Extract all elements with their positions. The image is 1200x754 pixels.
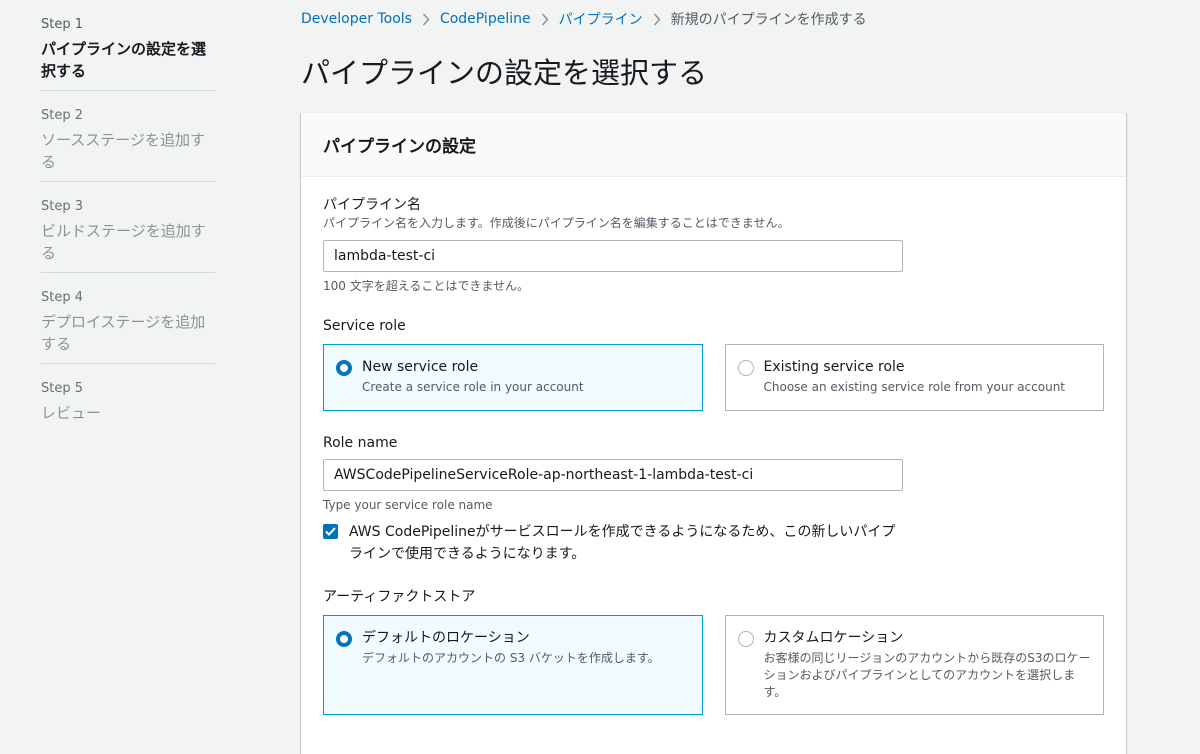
role-name-hint: Type your service role name	[323, 498, 493, 512]
panel-body: パイプライン名 パイプライン名を入力します。作成後にパイプライン名を編集すること…	[301, 177, 1126, 754]
tile-description: デフォルトのアカウントの S3 バケットを作成します。	[362, 651, 660, 665]
pipeline-name-field: パイプライン名 パイプライン名を入力します。作成後にパイプライン名を編集すること…	[323, 195, 1104, 294]
create-role-checkbox-row[interactable]: AWS CodePipelineがサービスロールを作成できるようになるため、この…	[323, 521, 1104, 565]
service-role-label: Service role	[323, 318, 406, 334]
tile-description: Choose an existing service role from you…	[763, 380, 1066, 394]
tile-title: デフォルトのロケーション	[362, 630, 530, 646]
breadcrumb-codepipeline[interactable]: CodePipeline	[440, 11, 531, 27]
role-name-input[interactable]	[323, 459, 903, 491]
tile-description: お客様の同じリージョンのアカウントから既存のS3のロケーションおよびパイプライン…	[763, 651, 1091, 699]
wizard-step-5[interactable]: Step 5 レビュー	[41, 364, 215, 432]
service-role-field: Service role New service role Create a s…	[323, 316, 1104, 411]
pipeline-name-label: パイプライン名	[323, 197, 421, 213]
panel-title: パイプラインの設定	[323, 137, 476, 157]
chevron-right-icon	[412, 12, 440, 26]
custom-location-tile[interactable]: カスタムロケーション お客様の同じリージョンのアカウントから既存のS3のロケーシ…	[724, 615, 1104, 715]
artifact-store-field: アーティファクトストア デフォルトのロケーション デフォルトのアカウントの S3…	[323, 587, 1104, 715]
tile-title: Existing service role	[763, 359, 905, 375]
step-number: Step 5	[41, 381, 84, 396]
main-content: Developer Tools CodePipeline パイプライン 新規のパ…	[301, 0, 1126, 754]
chevron-right-icon	[643, 12, 671, 26]
role-name-field: Role name Type your service role name AW…	[323, 433, 1104, 565]
tile-description: Create a service role in your account	[362, 380, 584, 394]
step-title: デプロイステージを追加する	[41, 313, 206, 353]
step-title: レビュー	[41, 404, 102, 422]
pipeline-settings-panel: パイプラインの設定 パイプライン名 パイプライン名を入力します。作成後にパイプラ…	[301, 112, 1126, 754]
wizard-nav: Step 1 パイプラインの設定を選択する Step 2 ソースステージを追加す…	[41, 0, 215, 432]
step-title: パイプラインの設定を選択する	[41, 40, 207, 80]
wizard-step-3[interactable]: Step 3 ビルドステージを追加する	[41, 182, 215, 273]
wizard-step-4[interactable]: Step 4 デプロイステージを追加する	[41, 273, 215, 364]
radio-selected-icon[interactable]	[336, 360, 352, 376]
step-title: ソースステージを追加する	[41, 131, 205, 171]
wizard-step-1[interactable]: Step 1 パイプラインの設定を選択する	[41, 0, 215, 91]
breadcrumb-developer-tools[interactable]: Developer Tools	[301, 11, 412, 27]
pipeline-name-input[interactable]	[323, 240, 903, 272]
breadcrumb-current: 新規のパイプラインを作成する	[670, 12, 867, 28]
breadcrumb: Developer Tools CodePipeline パイプライン 新規のパ…	[301, 0, 1126, 38]
step-number: Step 1	[41, 17, 84, 32]
default-location-tile[interactable]: デフォルトのロケーション デフォルトのアカウントの S3 バケットを作成します。	[323, 615, 703, 715]
radio-unselected-icon[interactable]	[737, 360, 754, 376]
role-name-label: Role name	[323, 435, 398, 451]
create-role-checkbox-label: AWS CodePipelineがサービスロールを作成できるようになるため、この…	[349, 524, 896, 562]
tile-title: New service role	[362, 359, 479, 375]
existing-service-role-tile[interactable]: Existing service role Choose an existing…	[724, 344, 1104, 411]
page-title: パイプラインの設定を選択する	[301, 56, 708, 90]
page: Step 1 パイプラインの設定を選択する Step 2 ソースステージを追加す…	[0, 0, 1200, 754]
panel-header: パイプラインの設定	[301, 113, 1126, 177]
pipeline-name-description: パイプライン名を入力します。作成後にパイプライン名を編集することはできません。	[323, 216, 790, 230]
artifact-store-tiles: デフォルトのロケーション デフォルトのアカウントの S3 バケットを作成します。…	[323, 615, 1104, 715]
step-number: Step 4	[41, 290, 84, 305]
wizard-step-2[interactable]: Step 2 ソースステージを追加する	[41, 91, 215, 182]
new-service-role-tile[interactable]: New service role Create a service role i…	[323, 344, 703, 411]
radio-selected-icon[interactable]	[336, 631, 352, 647]
service-role-tiles: New service role Create a service role i…	[323, 344, 1104, 411]
pipeline-name-constraint: 100 文字を超えることはできません。	[323, 279, 530, 293]
artifact-store-label: アーティファクトストア	[323, 589, 476, 605]
step-title: ビルドステージを追加する	[41, 222, 206, 262]
tile-title: カスタムロケーション	[763, 630, 904, 646]
chevron-right-icon	[531, 12, 559, 26]
breadcrumb-pipelines[interactable]: パイプライン	[559, 9, 643, 29]
step-number: Step 3	[41, 199, 84, 214]
radio-unselected-icon[interactable]	[737, 631, 754, 647]
checkbox-checked-icon[interactable]	[323, 524, 338, 539]
step-number: Step 2	[41, 108, 84, 123]
